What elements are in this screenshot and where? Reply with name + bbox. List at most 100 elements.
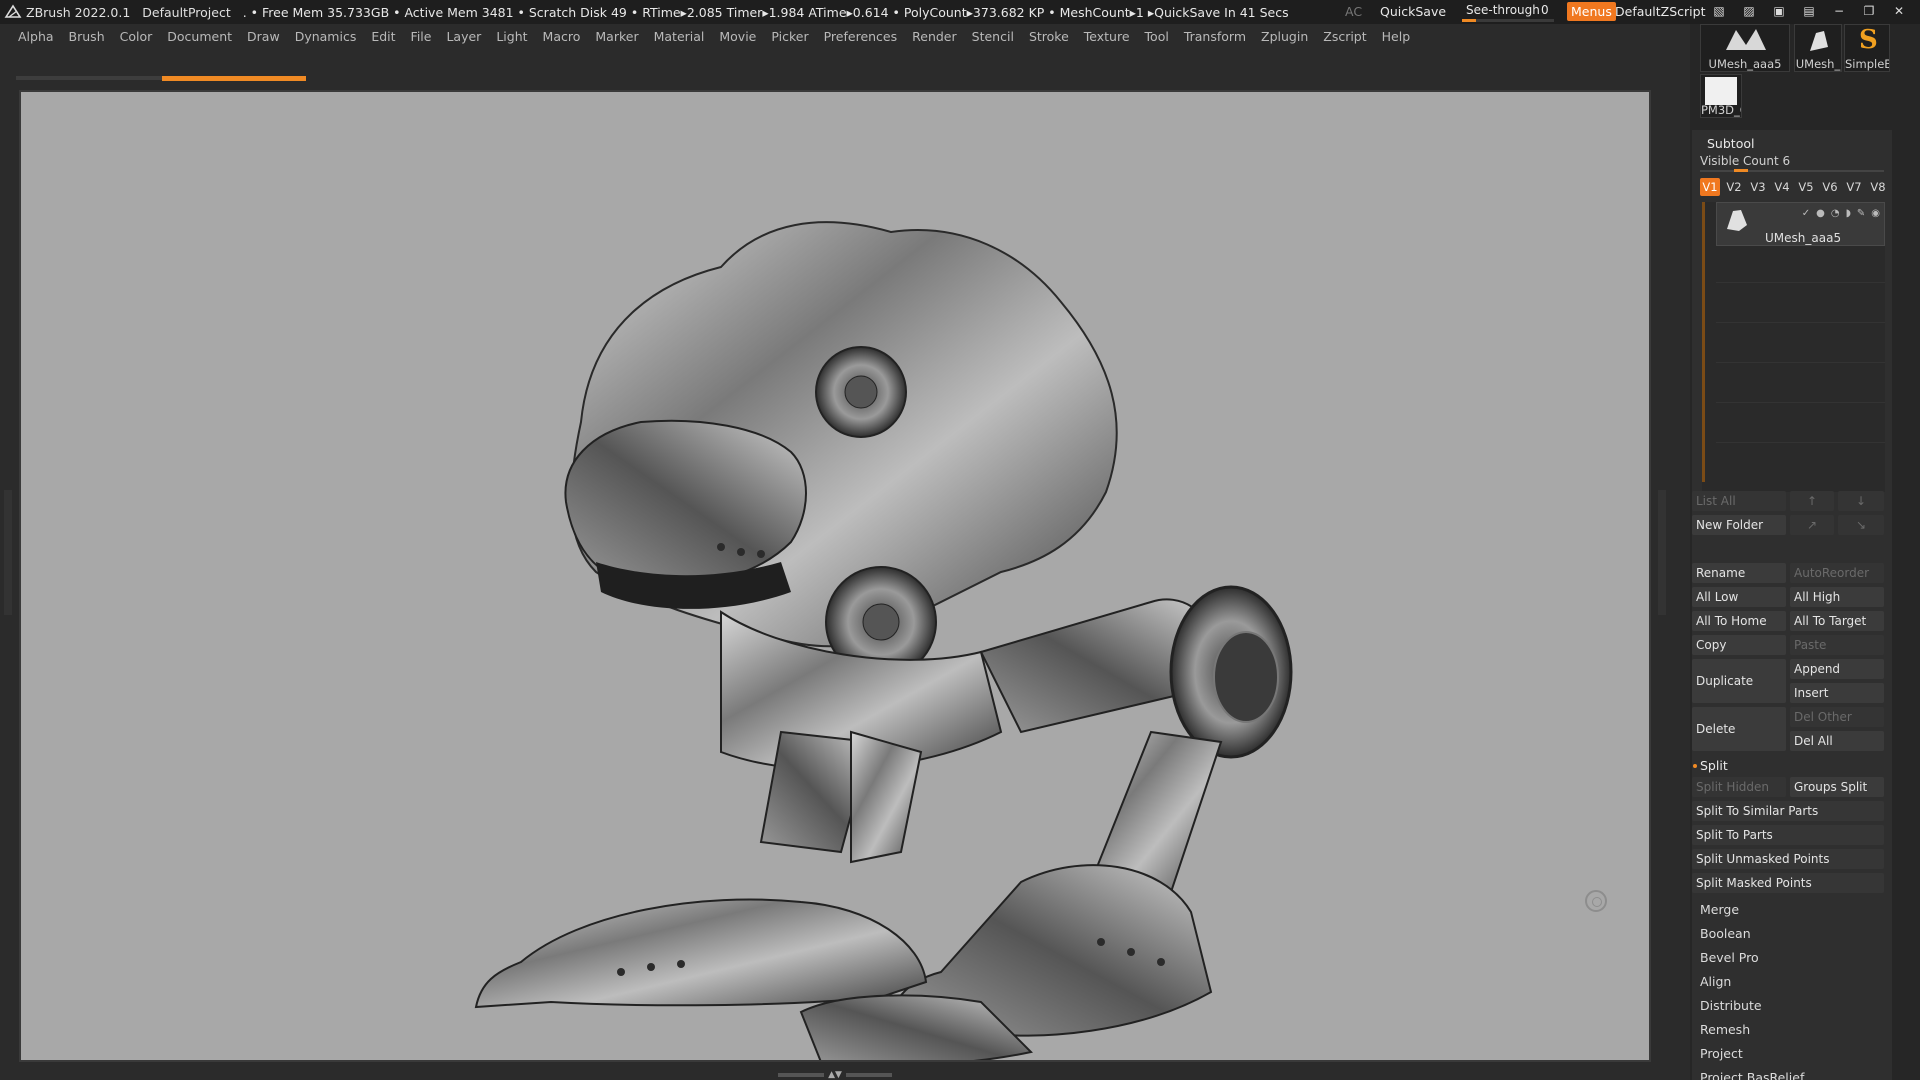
interface-toggle2-icon[interactable]: ▨ xyxy=(1740,3,1758,19)
tool-thumb-pm3d[interactable]: PM3D_C xyxy=(1700,74,1742,118)
menu-material[interactable]: Material xyxy=(654,29,705,44)
ac-label[interactable]: AC xyxy=(1345,4,1362,19)
viewport-canvas[interactable] xyxy=(19,90,1651,1062)
brush-icon[interactable]: ✓ xyxy=(1802,208,1810,219)
menu-alpha[interactable]: Alpha xyxy=(18,29,54,44)
menu-help[interactable]: Help xyxy=(1382,29,1411,44)
eye-icon[interactable]: ◉ xyxy=(1871,208,1880,219)
tool-thumb-umesh[interactable]: UMesh_ xyxy=(1794,24,1842,72)
split-hidden-button[interactable]: Split Hidden xyxy=(1692,777,1786,797)
menu-edit[interactable]: Edit xyxy=(371,29,395,44)
distribute-section[interactable]: Distribute xyxy=(1700,998,1762,1013)
tab-v7[interactable]: V7 xyxy=(1844,178,1864,196)
split-masked-points-button[interactable]: Split Masked Points xyxy=(1692,873,1884,893)
menu-preferences[interactable]: Preferences xyxy=(824,29,898,44)
menu-movie[interactable]: Movie xyxy=(719,29,756,44)
bottom-tray-handle[interactable]: ▲▼ xyxy=(770,1070,900,1080)
menu-render[interactable]: Render xyxy=(912,29,957,44)
document-strip[interactable] xyxy=(16,74,306,82)
subtool-title[interactable]: Subtool xyxy=(1707,136,1754,151)
move-up-icon[interactable]: ↗ xyxy=(1790,515,1834,535)
left-tray-handle[interactable] xyxy=(4,490,12,615)
autoreorder-button[interactable]: AutoReorder xyxy=(1790,563,1884,583)
close-icon[interactable]: ✕ xyxy=(1890,3,1908,19)
layout2-icon[interactable]: ▤ xyxy=(1800,3,1818,19)
split-to-similar-parts-button[interactable]: Split To Similar Parts xyxy=(1692,801,1884,821)
tab-v4[interactable]: V4 xyxy=(1772,178,1792,196)
tab-v8[interactable]: V8 xyxy=(1868,178,1888,196)
split-unmasked-points-button[interactable]: Split Unmasked Points xyxy=(1692,849,1884,869)
new-folder-button[interactable]: New Folder xyxy=(1692,515,1786,535)
paste-button[interactable]: Paste xyxy=(1790,635,1884,655)
tab-v1[interactable]: V1 xyxy=(1700,178,1720,196)
quicksave-button[interactable]: QuickSave xyxy=(1380,4,1446,19)
all-high-button[interactable]: All High xyxy=(1790,587,1884,607)
project-basrelief-section[interactable]: Project BasRelief xyxy=(1700,1070,1804,1080)
append-button[interactable]: Append xyxy=(1790,659,1884,679)
duplicate-button[interactable]: Duplicate xyxy=(1692,659,1786,703)
menu-transform[interactable]: Transform xyxy=(1184,29,1246,44)
polyframe-icon[interactable]: ● xyxy=(1816,208,1825,219)
tab-v3[interactable]: V3 xyxy=(1748,178,1768,196)
tool-thumb-umesh-aaa5[interactable]: UMesh_aaa5 xyxy=(1700,24,1790,72)
menu-draw[interactable]: Draw xyxy=(247,29,280,44)
bevel-pro-section[interactable]: Bevel Pro xyxy=(1700,950,1759,965)
down-arrow-icon[interactable]: ↓ xyxy=(1838,491,1884,511)
restore-icon[interactable]: ❐ xyxy=(1860,3,1878,19)
menu-stroke[interactable]: Stroke xyxy=(1029,29,1069,44)
delete-button[interactable]: Delete xyxy=(1692,707,1786,751)
menus-toggle-button[interactable]: Menus xyxy=(1567,2,1616,21)
default-zscript-button[interactable]: DefaultZScript xyxy=(1615,4,1706,19)
menu-color[interactable]: Color xyxy=(120,29,153,44)
paint-brush-icon[interactable]: ✎ xyxy=(1857,208,1865,219)
merge-section[interactable]: Merge xyxy=(1700,902,1739,917)
menu-zscript[interactable]: Zscript xyxy=(1323,29,1366,44)
menu-tool[interactable]: Tool xyxy=(1145,29,1169,44)
rename-button[interactable]: Rename xyxy=(1692,563,1786,583)
del-other-button[interactable]: Del Other xyxy=(1790,707,1884,727)
split-to-parts-button[interactable]: Split To Parts xyxy=(1692,825,1884,845)
zbrush-logo-icon[interactable] xyxy=(4,3,22,21)
right-tray-handle[interactable] xyxy=(1658,490,1666,615)
all-to-home-button[interactable]: All To Home xyxy=(1692,611,1786,631)
menu-picker[interactable]: Picker xyxy=(771,29,808,44)
project-section[interactable]: Project xyxy=(1700,1046,1743,1061)
del-all-button[interactable]: Del All xyxy=(1790,731,1884,751)
menu-brush[interactable]: Brush xyxy=(69,29,105,44)
dynamic-icon[interactable]: ◗ xyxy=(1846,208,1851,219)
gyro-icon[interactable] xyxy=(1585,890,1607,912)
menu-document[interactable]: Document xyxy=(167,29,232,44)
tab-v5[interactable]: V5 xyxy=(1796,178,1816,196)
remesh-section[interactable]: Remesh xyxy=(1700,1022,1750,1037)
subtool-list-scrollbar[interactable] xyxy=(1702,202,1705,482)
move-down-icon[interactable]: ↘ xyxy=(1838,515,1884,535)
menu-file[interactable]: File xyxy=(411,29,432,44)
boolean-section[interactable]: Boolean xyxy=(1700,926,1751,941)
menu-light[interactable]: Light xyxy=(496,29,527,44)
up-arrow-icon[interactable]: ↑ xyxy=(1790,491,1834,511)
menu-zplugin[interactable]: Zplugin xyxy=(1261,29,1308,44)
menu-marker[interactable]: Marker xyxy=(595,29,638,44)
menu-macro[interactable]: Macro xyxy=(543,29,581,44)
interface-toggle-icon[interactable]: ▧ xyxy=(1710,3,1728,19)
all-low-button[interactable]: All Low xyxy=(1692,587,1786,607)
subtool-list[interactable]: UMesh_aaa5 ✓ ● ◔ ◗ ✎ ◉ xyxy=(1702,202,1885,492)
menu-dynamics[interactable]: Dynamics xyxy=(295,29,357,44)
menu-layer[interactable]: Layer xyxy=(446,29,481,44)
visible-count-slider[interactable]: Visible Count 6 xyxy=(1700,154,1790,168)
layout-icon[interactable]: ▣ xyxy=(1770,3,1788,19)
copy-button[interactable]: Copy xyxy=(1692,635,1786,655)
tab-v2[interactable]: V2 xyxy=(1724,178,1744,196)
see-through-slider[interactable]: See-through 0 xyxy=(1462,1,1554,22)
groups-split-button[interactable]: Groups Split xyxy=(1790,777,1884,797)
list-all-button[interactable]: List All xyxy=(1692,491,1786,511)
tool-thumb-simplebrush[interactable]: S SimpleB xyxy=(1844,24,1890,72)
subtool-item[interactable]: UMesh_aaa5 ✓ ● ◔ ◗ ✎ ◉ xyxy=(1716,202,1885,246)
minimize-icon[interactable]: − xyxy=(1830,3,1848,19)
tab-v6[interactable]: V6 xyxy=(1820,178,1840,196)
expand-arrow-icon[interactable]: ▲▼ xyxy=(828,1070,842,1080)
align-section[interactable]: Align xyxy=(1700,974,1731,989)
all-to-target-button[interactable]: All To Target xyxy=(1790,611,1884,631)
split-section-header[interactable]: Split xyxy=(1693,758,1728,773)
solo-icon[interactable]: ◔ xyxy=(1831,208,1840,219)
